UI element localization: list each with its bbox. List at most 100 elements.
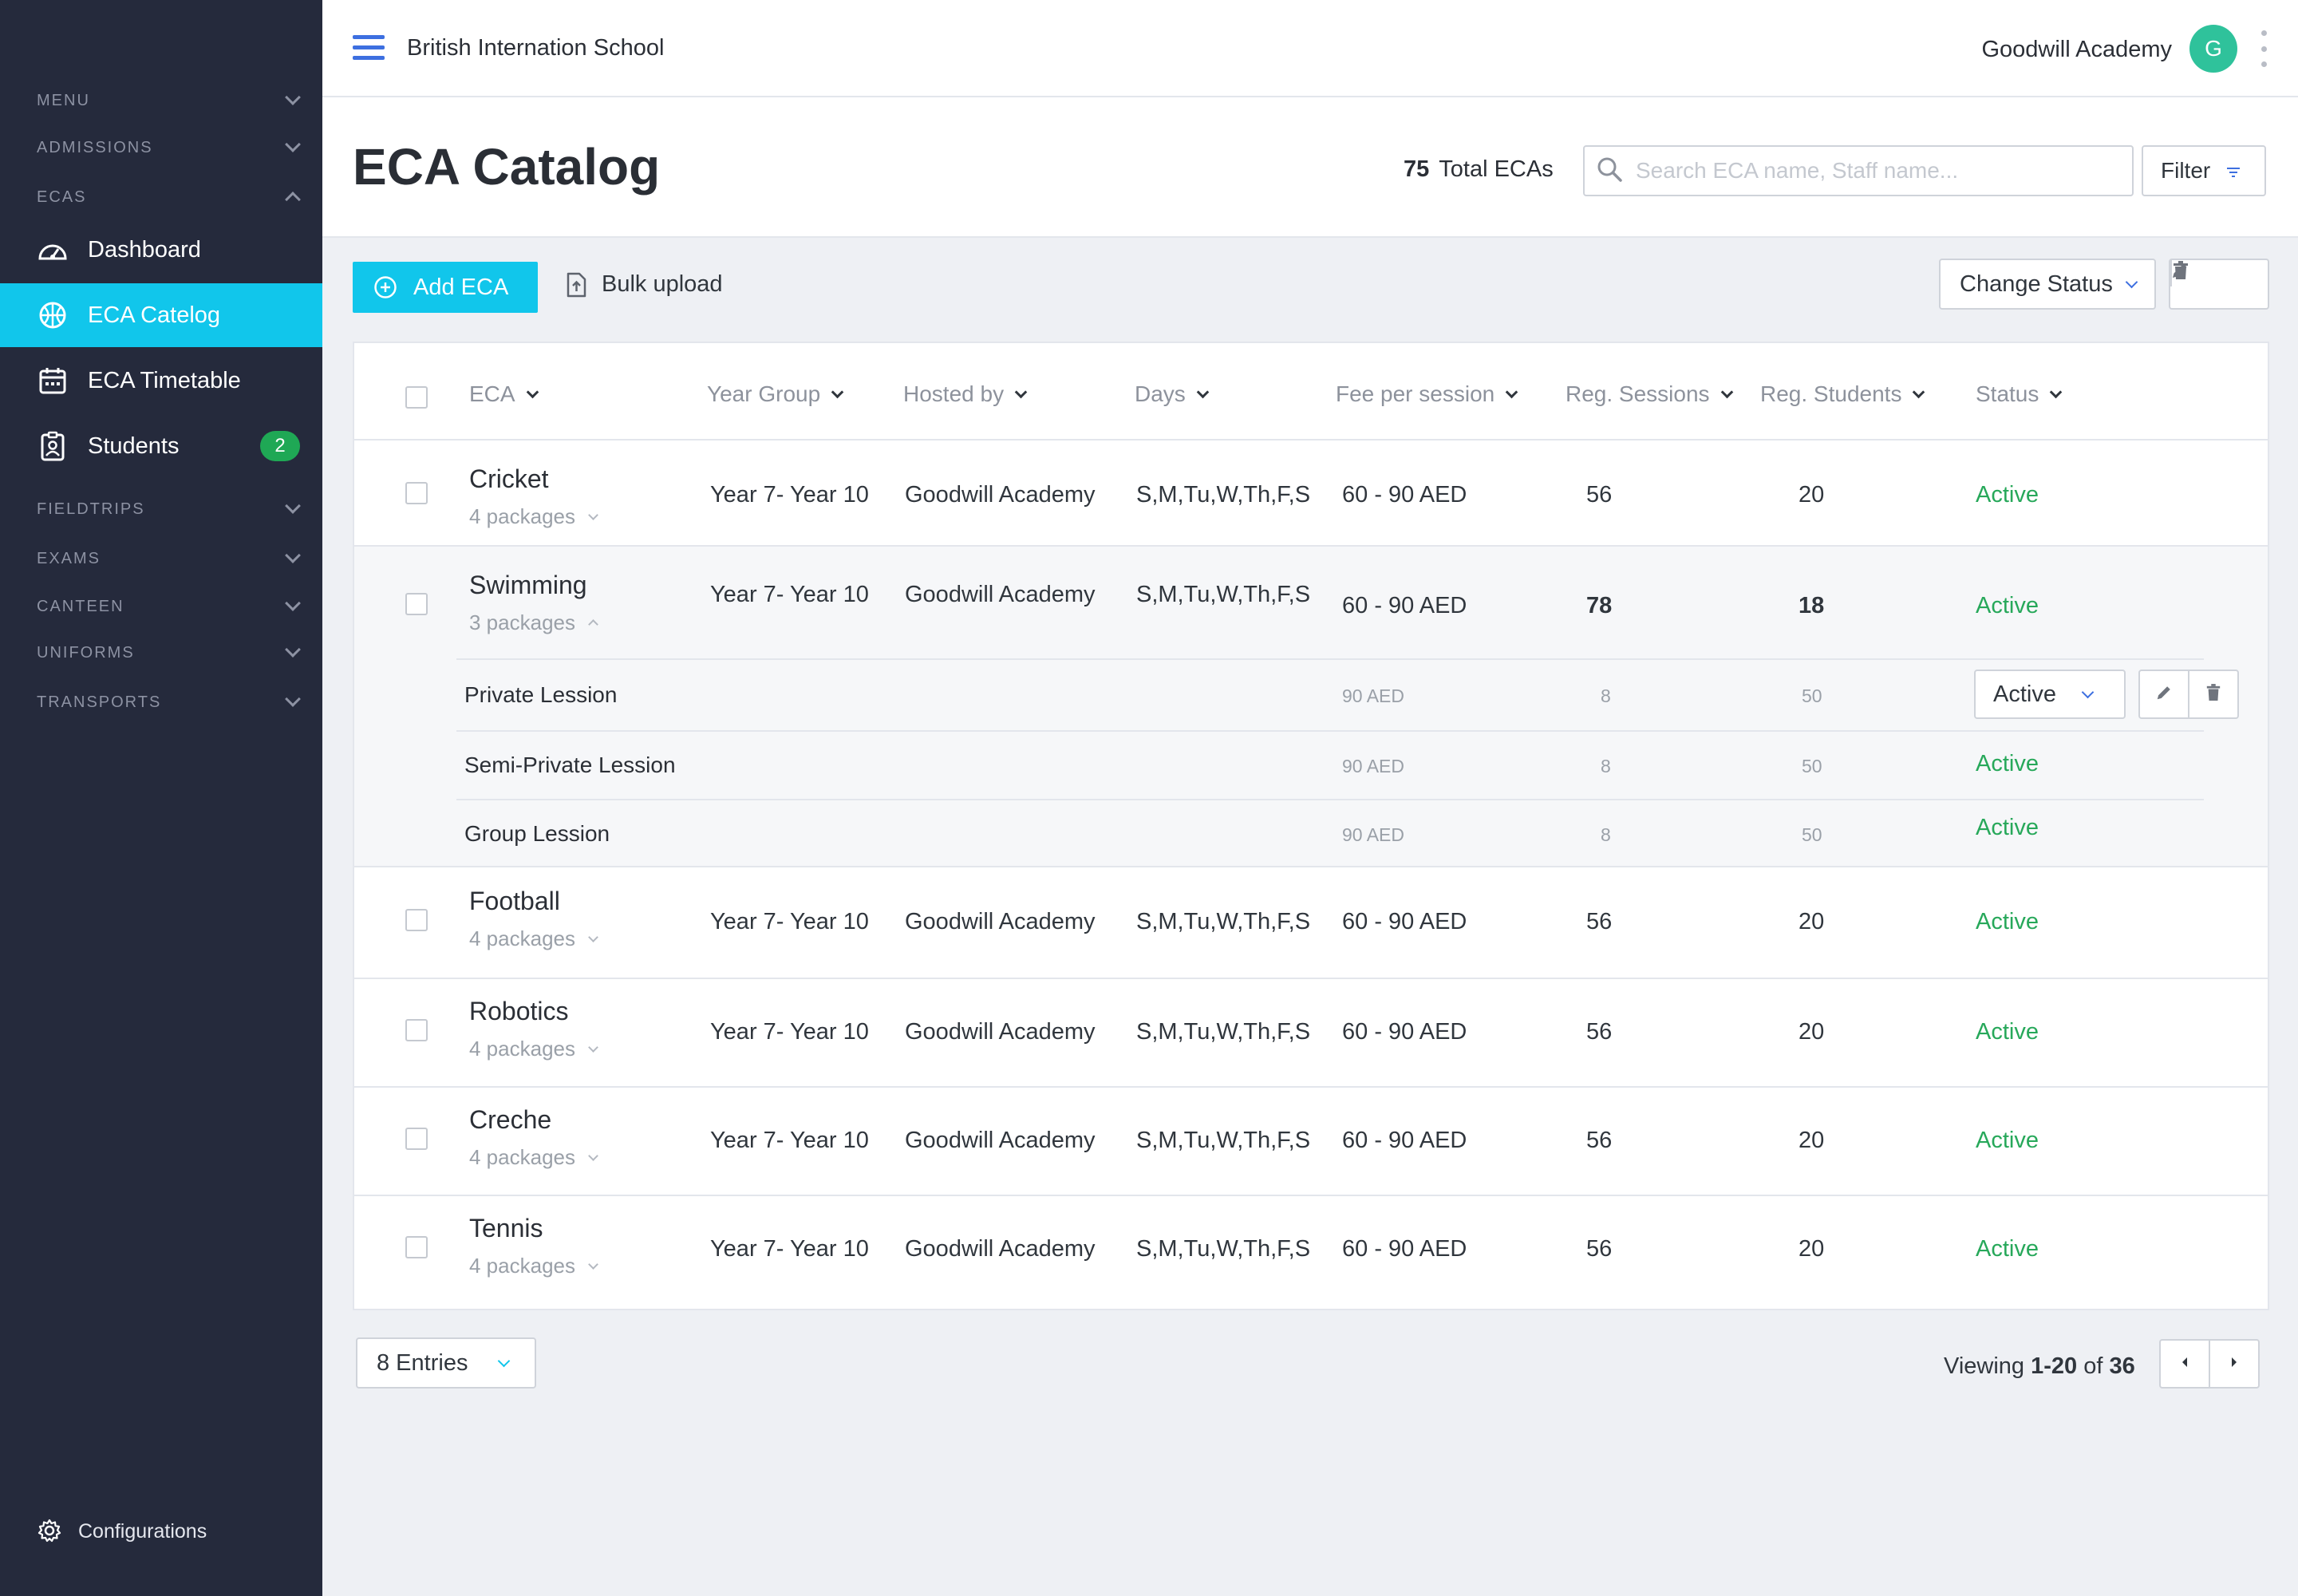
table-row[interactable]: Cricket 4 packages Year 7- Year 10 Goodw…: [354, 440, 2268, 544]
year-group: Year 7- Year 10: [710, 482, 869, 508]
filter-button[interactable]: Filter: [2142, 145, 2266, 196]
viewing-of: of: [2083, 1353, 2103, 1379]
hosted-by: Goodwill Academy: [905, 1128, 1096, 1153]
row-checkbox[interactable]: [405, 1019, 428, 1041]
configurations-label: Configurations: [78, 1519, 207, 1543]
package-name: Private Lession: [464, 682, 618, 707]
year-group: Year 7- Year 10: [710, 909, 869, 934]
column-header-reg-sessions[interactable]: Reg. Sessions: [1566, 381, 1733, 407]
sidebar-section-transports[interactable]: TRANSPORTS: [0, 686, 322, 718]
row-checkbox[interactable]: [405, 909, 428, 931]
packages-toggle[interactable]: 3 packages: [469, 610, 598, 635]
edit-package-button[interactable]: [2140, 671, 2188, 717]
fee: 60 - 90 AED: [1342, 593, 1467, 618]
sidebar-item-dashboard[interactable]: Dashboard: [0, 218, 322, 282]
package-sessions: 8: [1601, 756, 1611, 776]
sidebar-section-canteen[interactable]: CANTEEN: [0, 591, 322, 622]
packages-label: 4 packages: [469, 1037, 575, 1061]
column-header-year-group[interactable]: Year Group: [707, 381, 844, 407]
column-header-eca[interactable]: ECA: [469, 381, 539, 407]
column-header-fee[interactable]: Fee per session: [1336, 381, 1518, 407]
fee: 60 - 90 AED: [1342, 1236, 1467, 1262]
package-students: 50: [1802, 756, 1822, 776]
chevron-down-icon: [2125, 275, 2138, 288]
add-eca-button[interactable]: Add ECA: [353, 262, 538, 313]
table-row[interactable]: Creche 4 packages Year 7- Year 10 Goodwi…: [354, 1088, 2268, 1195]
reg-sessions: 78: [1586, 593, 1613, 618]
packages-label: 4 packages: [469, 504, 575, 528]
column-header-hosted-by[interactable]: Hosted by: [903, 381, 1028, 407]
eca-name[interactable]: Football: [469, 887, 560, 916]
sidebar-section-label: TRANSPORTS: [37, 693, 162, 711]
eca-name[interactable]: Tennis: [469, 1214, 543, 1243]
package-status-dropdown[interactable]: Active: [1974, 670, 2126, 719]
row-checkbox[interactable]: [405, 1128, 428, 1150]
column-header-reg-students[interactable]: Reg. Students: [1760, 381, 1925, 407]
change-status-dropdown[interactable]: Change Status: [1939, 259, 2156, 310]
table-row[interactable]: Football 4 packages Year 7- Year 10 Good…: [354, 869, 2268, 978]
basketball-icon: [37, 299, 69, 331]
sidebar-section-exams[interactable]: EXAMS: [0, 543, 322, 575]
chevron-down-icon: [285, 498, 301, 514]
upload-file-icon: [565, 272, 589, 298]
sidebar-section-uniforms[interactable]: UNIFORMS: [0, 637, 322, 669]
packages-toggle[interactable]: 4 packages: [469, 1037, 598, 1061]
sidebar-section-label: UNIFORMS: [37, 643, 135, 662]
eca-name[interactable]: Creche: [469, 1105, 551, 1135]
account-name[interactable]: Goodwill Academy: [1981, 37, 2172, 63]
column-header-status[interactable]: Status: [1976, 381, 2063, 407]
entries-per-page-dropdown[interactable]: 8 Entries: [356, 1337, 536, 1389]
packages-label: 3 packages: [469, 610, 575, 634]
menu-icon[interactable]: [353, 35, 385, 62]
packages-toggle[interactable]: 4 packages: [469, 504, 598, 529]
eca-name[interactable]: Robotics: [469, 997, 569, 1026]
reg-students: 20: [1799, 1128, 1825, 1153]
reg-sessions: 56: [1586, 1019, 1613, 1045]
row-checkbox[interactable]: [405, 1236, 428, 1258]
eca-table: ECA Year Group Hosted by Days Fee per se…: [353, 342, 2269, 1310]
year-group: Year 7- Year 10: [710, 1128, 869, 1153]
configurations-link[interactable]: Configurations: [37, 1518, 207, 1545]
packages-toggle[interactable]: 4 packages: [469, 1145, 598, 1170]
eca-name[interactable]: Cricket: [469, 464, 549, 494]
sidebar-item-eca-catalog[interactable]: ECA Catelog: [0, 283, 322, 347]
table-row[interactable]: Tennis 4 packages Year 7- Year 10 Goodwi…: [354, 1196, 2268, 1308]
sidebar-section-admissions[interactable]: ADMISSIONS: [0, 132, 322, 164]
table-row[interactable]: Robotics 4 packages Year 7- Year 10 Good…: [354, 979, 2268, 1086]
avatar[interactable]: G: [2189, 25, 2237, 73]
sidebar-section-fieldtrips[interactable]: FIELDTRIPS: [0, 493, 322, 525]
row-checkbox[interactable]: [405, 482, 428, 504]
calendar-icon: [37, 365, 69, 397]
row-checkbox[interactable]: [405, 593, 428, 615]
column-label: Status: [1976, 381, 2039, 406]
dashboard-icon: [37, 234, 69, 266]
column-header-days[interactable]: Days: [1135, 381, 1210, 407]
chevron-down-icon: [588, 1042, 598, 1053]
search-input[interactable]: [1636, 158, 2114, 184]
sidebar-item-students[interactable]: Students 2: [0, 414, 322, 478]
packages-toggle[interactable]: 4 packages: [469, 1254, 598, 1278]
sidebar-section-label: FIELDTRIPS: [37, 500, 145, 518]
more-options-icon[interactable]: [2261, 30, 2268, 67]
eca-name[interactable]: Swimming: [469, 571, 587, 600]
search-box[interactable]: [1583, 145, 2134, 196]
sidebar-section-menu[interactable]: MENU: [0, 85, 322, 117]
delete-package-button[interactable]: [2188, 671, 2237, 717]
next-page-button[interactable]: [2209, 1341, 2258, 1387]
trash-icon: [2172, 260, 2189, 286]
sort-chevron-icon: [1196, 385, 1210, 398]
year-group: Year 7- Year 10: [710, 1019, 869, 1045]
package-fee: 90 AED: [1342, 685, 1404, 706]
packages-toggle[interactable]: 4 packages: [469, 926, 598, 951]
select-all-checkbox[interactable]: [405, 386, 428, 409]
pagination-summary: Viewing 1-20 of 36: [1944, 1353, 2135, 1380]
previous-page-button[interactable]: [2161, 1341, 2209, 1387]
sidebar-item-eca-timetable[interactable]: ECA Timetable: [0, 349, 322, 413]
sidebar-section-ecas[interactable]: ECAS: [0, 181, 322, 213]
status-label: Active: [1976, 482, 2039, 508]
bulk-upload-button[interactable]: Bulk upload: [565, 271, 723, 298]
package-name: Semi-Private Lession: [464, 753, 676, 777]
delete-button[interactable]: [2170, 260, 2189, 286]
chevron-down-icon: [588, 510, 598, 520]
chevron-down-icon: [285, 89, 301, 105]
